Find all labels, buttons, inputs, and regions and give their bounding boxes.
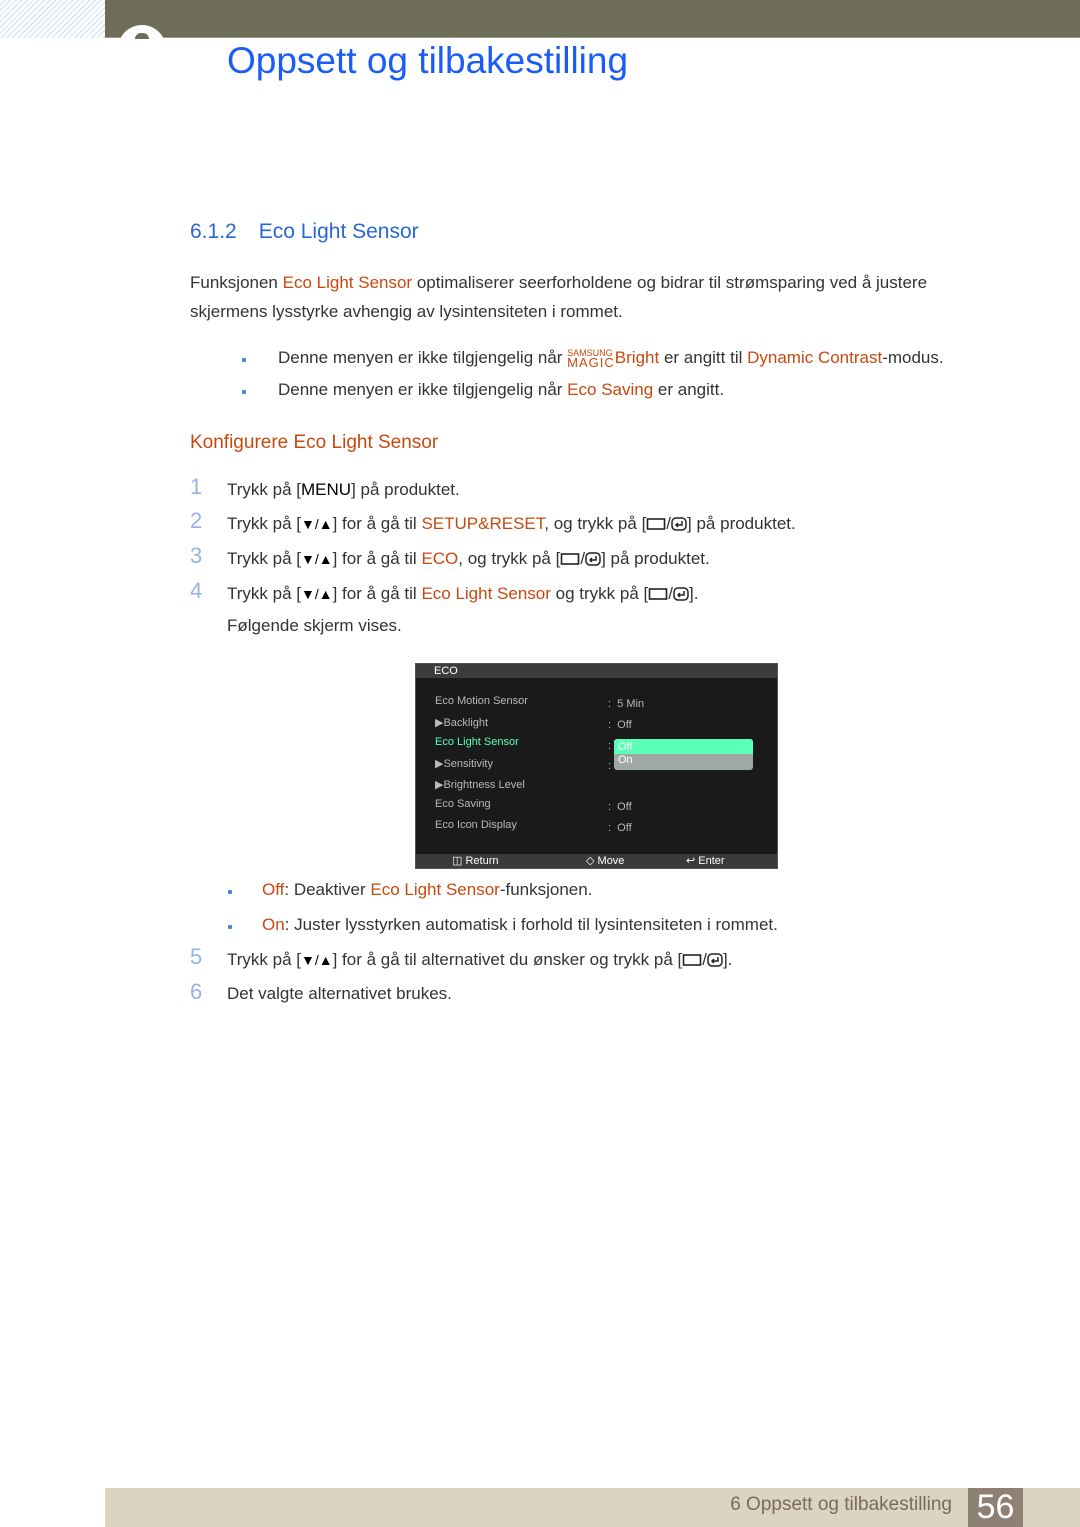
step-1: Trykk på [MENU] på produktet. bbox=[227, 480, 460, 499]
section-heading: 6.1.2 Eco Light Sensor bbox=[190, 220, 419, 244]
osd-dropdown[interactable]: Off On bbox=[614, 739, 753, 770]
osd-item[interactable]: ▶Sensitivity bbox=[435, 757, 493, 770]
option-off-desc: Off: Deaktiver Eco Light Sensor-funksjon… bbox=[262, 880, 593, 899]
osd-value: : Off bbox=[608, 822, 632, 834]
page-number: 56 bbox=[968, 1488, 1023, 1527]
subheading: Konfigurere Eco Light Sensor bbox=[190, 432, 439, 453]
bullet bbox=[242, 358, 246, 362]
arrows-icon: ▼/▲ bbox=[301, 516, 333, 532]
osd-item[interactable]: Eco Motion Sensor bbox=[435, 695, 528, 707]
bullet bbox=[228, 890, 232, 894]
osd-item[interactable]: ▶Backlight bbox=[435, 716, 488, 729]
menu-key: MENU bbox=[301, 480, 352, 499]
osd-value: : Off bbox=[608, 719, 632, 731]
header-hatch bbox=[0, 0, 105, 38]
section-number: 6.1.2 bbox=[190, 220, 237, 243]
bullet bbox=[242, 390, 246, 394]
step-2: Trykk på [▼/▲] for å gå til SETUP&RESET,… bbox=[227, 514, 796, 533]
source-icon bbox=[648, 587, 668, 601]
osd-item[interactable]: Eco Saving bbox=[435, 798, 491, 810]
osd-option-on[interactable]: On bbox=[614, 754, 753, 767]
osd-eco-menu: ECO Eco Motion Sensor : 5 Min ▶Backlight… bbox=[415, 663, 778, 869]
osd-value: : 5 Min bbox=[608, 698, 645, 710]
osd-footer: ◫ Return ◇ Move ↩ Enter bbox=[416, 854, 777, 868]
osd-item[interactable]: Eco Icon Display bbox=[435, 819, 517, 831]
step-5: Trykk på [▼/▲] for å gå til alternativet… bbox=[227, 950, 733, 969]
osd-option-off[interactable]: Off bbox=[614, 739, 753, 754]
step-number: 6 bbox=[190, 979, 203, 1004]
step-3: Trykk på [▼/▲] for å gå til ECO, og tryk… bbox=[227, 549, 710, 568]
osd-value: : Off bbox=[608, 801, 632, 813]
arrows-icon: ▼/▲ bbox=[301, 551, 333, 567]
arrows-icon: ▼/▲ bbox=[301, 586, 333, 602]
option-on-desc: On: Juster lysstyrken automatisk i forho… bbox=[262, 915, 778, 934]
header-bar bbox=[105, 0, 1080, 38]
enter-hint: ↩ Enter bbox=[686, 855, 725, 867]
page-footer: 6 Oppsett og tilbakestilling 56 bbox=[105, 1488, 1080, 1527]
osd-item[interactable]: ▶Brightness Level bbox=[435, 778, 525, 791]
magic-logo: SAMSUNG MAGIC bbox=[567, 348, 615, 370]
step-number: 4 bbox=[190, 578, 203, 603]
enter-icon bbox=[673, 587, 689, 601]
enter-icon bbox=[707, 953, 723, 967]
return-icon: ◫ bbox=[452, 855, 463, 867]
chapter-title: Oppsett og tilbakestilling bbox=[227, 40, 629, 81]
arrows-icon: ▼/▲ bbox=[301, 952, 333, 968]
step-4-note: Følgende skjerm vises. bbox=[227, 616, 402, 635]
note-2: Denne menyen er ikke tilgjengelig når Ec… bbox=[278, 380, 725, 399]
step-number: 1 bbox=[190, 474, 203, 499]
osd-item-active[interactable]: Eco Light Sensor bbox=[435, 736, 519, 748]
source-icon bbox=[646, 517, 666, 531]
source-icon bbox=[560, 552, 580, 566]
step-number: 3 bbox=[190, 543, 203, 568]
bullet bbox=[228, 925, 232, 929]
note-1: Denne menyen er ikke tilgjengelig når SA… bbox=[278, 348, 944, 370]
section-title: Eco Light Sensor bbox=[258, 220, 419, 243]
step-4: Trykk på [▼/▲] for å gå til Eco Light Se… bbox=[227, 584, 699, 603]
move-hint: ◇ Move bbox=[586, 855, 625, 867]
enter-icon: ↩ bbox=[686, 855, 696, 867]
move-icon: ◇ bbox=[586, 855, 595, 867]
footer-chapter: 6 Oppsett og tilbakestilling bbox=[730, 1494, 952, 1515]
enter-icon bbox=[585, 552, 601, 566]
enter-icon bbox=[671, 517, 687, 531]
osd-title: ECO bbox=[416, 664, 777, 678]
step-number: 5 bbox=[190, 944, 203, 969]
source-icon bbox=[682, 953, 702, 967]
return-hint: ◫ Return bbox=[452, 855, 499, 867]
step-6: Det valgte alternativet brukes. bbox=[227, 984, 452, 1003]
intro-paragraph: Funksjonen Eco Light Sensor optimalisere… bbox=[190, 273, 928, 321]
step-number: 2 bbox=[190, 508, 203, 533]
